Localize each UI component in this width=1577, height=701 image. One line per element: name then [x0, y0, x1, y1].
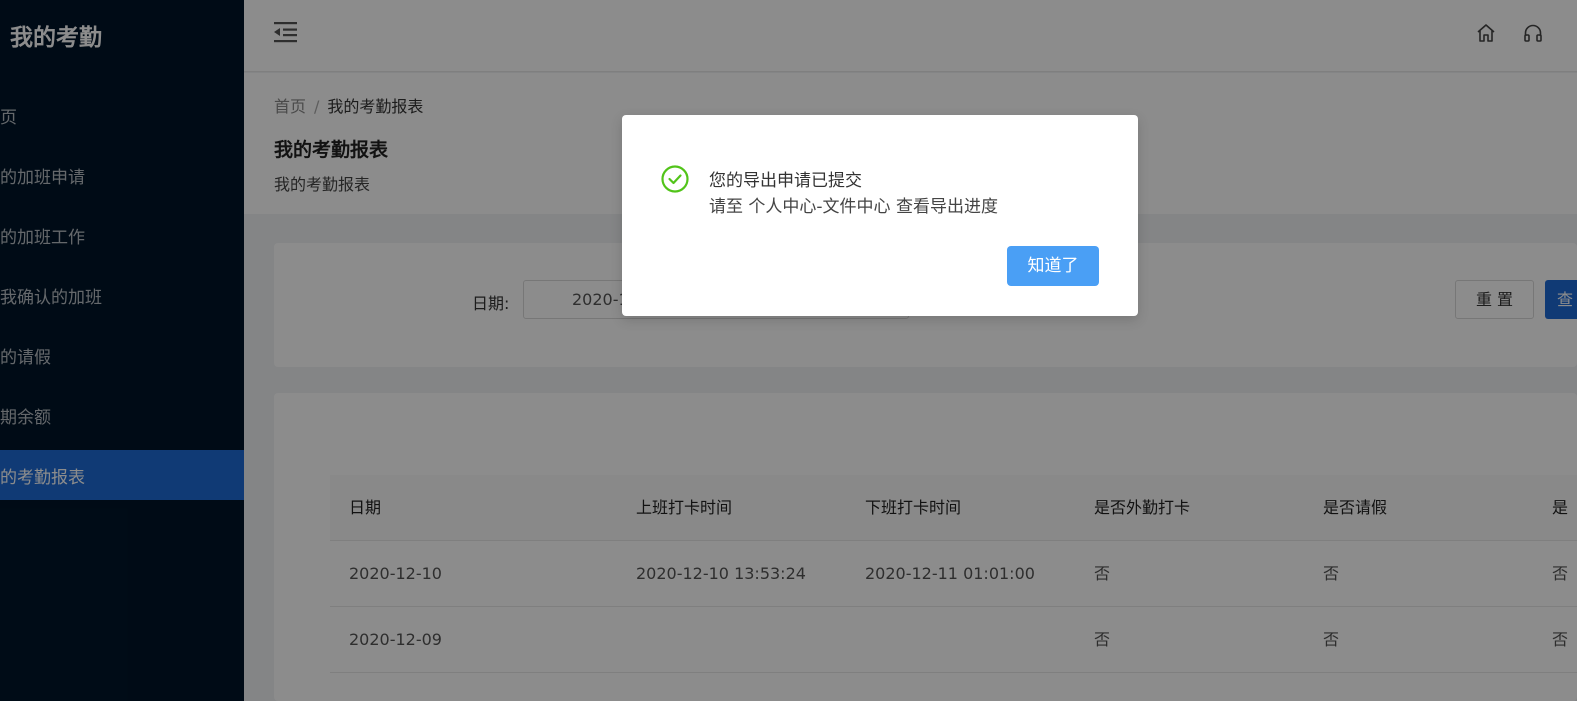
dialog-title: 您的导出申请已提交	[709, 171, 862, 191]
export-success-dialog: 您的导出申请已提交 请至 个人中心-文件中心 查看导出进度 知道了	[622, 115, 1138, 316]
modal-mask[interactable]	[0, 0, 1577, 701]
ok-button[interactable]: 知道了	[1007, 246, 1099, 286]
dialog-content: 请至 个人中心-文件中心 查看导出进度	[709, 197, 998, 217]
check-circle-icon	[661, 165, 689, 193]
